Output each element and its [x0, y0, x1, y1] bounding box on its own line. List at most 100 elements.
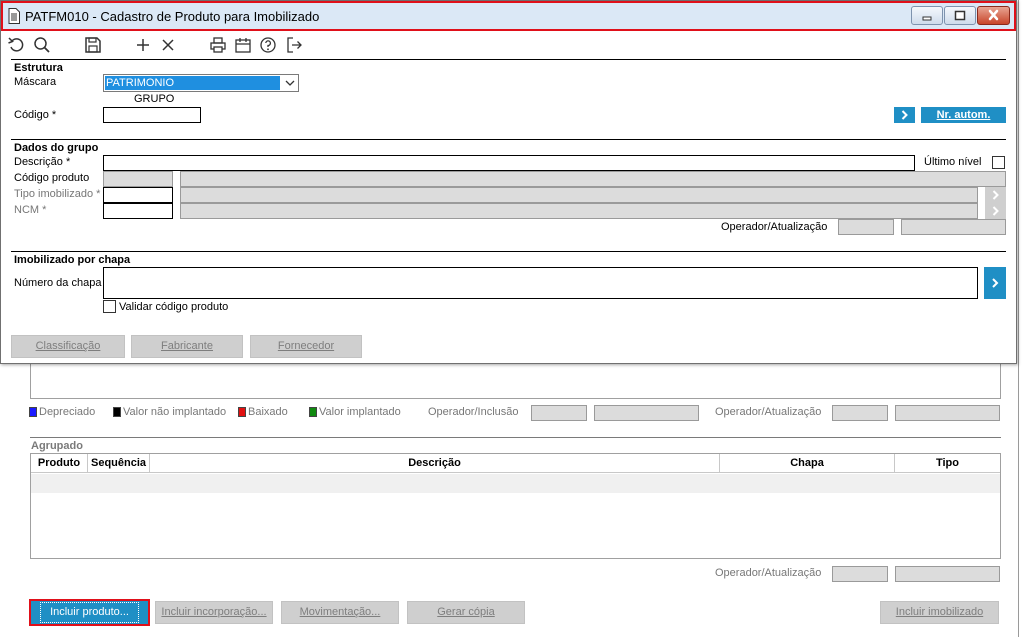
column-produto[interactable]: Produto: [31, 454, 88, 473]
mascara-label: Máscara: [14, 76, 57, 88]
column-sequencia[interactable]: Sequência: [88, 454, 150, 473]
classificacao-button[interactable]: Classificação: [11, 335, 125, 358]
minimize-button[interactable]: [911, 6, 943, 25]
chevron-down-icon: [285, 80, 295, 86]
dropdown-option-grupo[interactable]: GRUPO: [134, 93, 174, 105]
agrupado-table-header: Produto Sequência Descrição Chapa Tipo: [31, 454, 1000, 473]
fabricante-button[interactable]: Fabricante: [131, 335, 243, 358]
incluir-produto-button[interactable]: Incluir produto...: [29, 599, 150, 626]
window-title: PATFM010 - Cadastro de Produto para Imob…: [25, 9, 320, 24]
movimentacao-button[interactable]: Movimentação...: [281, 601, 399, 624]
ultimo-nivel-label: Último nível: [924, 156, 982, 168]
tipo-imobilizado-lookup-button[interactable]: [985, 187, 1006, 203]
calendar-icon[interactable]: [233, 35, 253, 55]
legend-valor-implantado-square: [309, 407, 317, 417]
codigo-produto-description-field: [180, 171, 1006, 187]
save-icon[interactable]: [83, 35, 103, 55]
operador-atualizacao-label: Operador/Atualização: [715, 406, 822, 418]
fornecedor-button[interactable]: Fornecedor: [250, 335, 362, 358]
ncm-lookup-button[interactable]: [985, 203, 1006, 219]
incluir-imobilizado-button[interactable]: Incluir imobilizado: [880, 601, 999, 624]
agrupado-divider: [30, 437, 1001, 438]
agrupado-operador-field-2: [895, 566, 1000, 582]
print-icon[interactable]: [208, 35, 228, 55]
dropdown-list[interactable]: GRUPO: [103, 92, 200, 108]
agrupado-operador-field-1: [832, 566, 888, 582]
operador-atualizacao-field-2: [895, 405, 1000, 421]
agrupado-operador-label: Operador/Atualização: [715, 567, 822, 579]
add-icon[interactable]: [133, 35, 153, 55]
chevron-right-icon: [992, 190, 999, 200]
codigo-produto-field: [103, 171, 173, 187]
validar-label[interactable]: Validar código produto: [119, 301, 228, 313]
codigo-label: Código *: [14, 109, 57, 121]
close-icon: [988, 9, 999, 21]
codigo-produto-label: Código produto: [14, 172, 90, 184]
ultimo-nivel-checkbox[interactable]: [992, 156, 1005, 169]
dados-operador-field-2: [901, 219, 1006, 235]
chevron-right-icon: [992, 278, 999, 288]
document-icon: [8, 8, 20, 24]
exit-icon[interactable]: [284, 35, 304, 55]
delete-icon[interactable]: [158, 35, 178, 55]
column-chapa[interactable]: Chapa: [720, 454, 895, 473]
dados-grupo-title: Dados do grupo: [14, 142, 99, 154]
maximize-icon: [954, 10, 966, 21]
legend-baixado-square: [238, 407, 246, 417]
mascara-selected-value: PATRIMONIO: [105, 76, 280, 90]
numero-chapa-lookup-button[interactable]: [984, 267, 1006, 299]
tipo-imobilizado-input[interactable]: [103, 187, 173, 203]
imobilizado-divider: [11, 251, 1006, 252]
dados-operador-field-1: [838, 219, 894, 235]
legend-valor-nao-implantado: Valor não implantado: [123, 406, 227, 418]
validar-checkbox[interactable]: [103, 300, 116, 313]
chevron-right-icon: [992, 206, 999, 216]
tipo-imobilizado-description-field: [180, 187, 978, 203]
legend-depreciado: Depreciado: [39, 406, 96, 418]
gerar-copia-button[interactable]: Gerar cópia: [407, 601, 525, 624]
nr-autom-button[interactable]: Nr. autom.: [921, 107, 1006, 123]
background-right-border: [1018, 0, 1019, 637]
incluir-produto-label: Incluir produto...: [40, 602, 139, 623]
estrutura-divider: [11, 59, 1006, 60]
operador-inclusao-field-2: [594, 405, 699, 421]
tipo-imobilizado-label: Tipo imobilizado *: [14, 188, 101, 200]
table-row[interactable]: [31, 474, 1000, 493]
column-tipo[interactable]: Tipo: [895, 454, 1000, 473]
undo-icon[interactable]: [7, 35, 27, 55]
operador-inclusao-field-1: [531, 405, 587, 421]
codigo-input[interactable]: [103, 107, 201, 123]
legend-depreciado-square: [29, 407, 37, 417]
ncm-label: NCM *: [14, 204, 47, 216]
ncm-input[interactable]: [103, 203, 173, 219]
dados-grupo-divider: [11, 139, 1006, 140]
legend-valor-implantado: Valor implantado: [319, 406, 401, 418]
dialog-window: PATFM010 - Cadastro de Produto para Imob…: [0, 0, 1017, 364]
agrupado-title: Agrupado: [31, 440, 83, 452]
numero-chapa-label: Número da chapa: [14, 277, 102, 289]
minimize-icon: [922, 16, 932, 21]
estrutura-title: Estrutura: [14, 62, 63, 74]
search-icon[interactable]: [32, 35, 52, 55]
legend-baixado: Baixado: [248, 406, 288, 418]
descricao-label: Descrição *: [14, 156, 71, 168]
chevron-right-icon: [901, 110, 908, 120]
maximize-button[interactable]: [944, 6, 976, 25]
operador-inclusao-label: Operador/Inclusão: [428, 406, 519, 418]
help-icon[interactable]: [258, 35, 278, 55]
close-button[interactable]: [977, 6, 1010, 25]
incluir-incorporacao-button[interactable]: Incluir incorporação...: [155, 601, 273, 624]
dados-operador-label: Operador/Atualização: [721, 221, 828, 233]
mascara-select[interactable]: PATRIMONIO: [103, 74, 299, 92]
ncm-description-field: [180, 203, 978, 219]
operador-atualizacao-field-1: [832, 405, 888, 421]
product-list-box[interactable]: [30, 362, 1001, 399]
codigo-lookup-button[interactable]: [894, 107, 915, 123]
legend-valor-nao-implantado-square: [113, 407, 121, 417]
imobilizado-title: Imobilizado por chapa: [14, 254, 131, 266]
agrupado-table[interactable]: Produto Sequência Descrição Chapa Tipo: [30, 453, 1001, 559]
column-descricao[interactable]: Descrição: [150, 454, 720, 473]
numero-chapa-input[interactable]: [103, 267, 978, 299]
title-bar[interactable]: PATFM010 - Cadastro de Produto para Imob…: [1, 1, 1016, 31]
descricao-input[interactable]: [103, 155, 915, 171]
